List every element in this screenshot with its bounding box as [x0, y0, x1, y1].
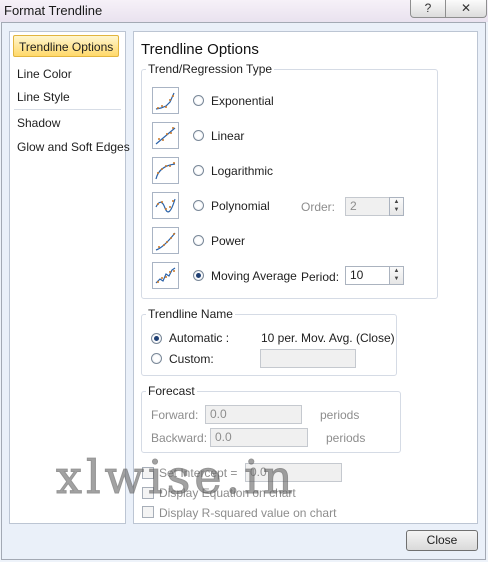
automatic-name-value: 10 per. Mov. Avg. (Close) — [261, 331, 395, 345]
exponential-trend-icon — [152, 87, 179, 114]
spin-up-icon[interactable]: ▲ — [390, 198, 403, 206]
window-title: Format Trendline — [4, 3, 103, 18]
logarithmic-trend-icon — [152, 157, 179, 184]
polynomial-trend-icon — [152, 192, 179, 219]
forward-periods-label: periods — [320, 408, 360, 422]
sidebar-item-trendline-options[interactable]: Trendline Options — [13, 35, 119, 57]
custom-name-radio[interactable] — [151, 353, 162, 364]
order-spinner[interactable]: ▲ ▼ — [389, 197, 404, 216]
moving-average-trend-icon — [152, 262, 179, 289]
backward-periods-label: periods — [326, 431, 366, 445]
window-close-button[interactable]: ✕ — [445, 0, 487, 18]
linear-label: Linear — [211, 129, 245, 143]
automatic-name-label: Automatic : — [169, 331, 230, 345]
sidebar-divider — [14, 109, 121, 110]
help-button[interactable]: ? — [410, 0, 446, 18]
period-spinner[interactable]: ▲ ▼ — [389, 266, 404, 285]
trend-type-group-label: Trend/Regression Type — [146, 62, 275, 76]
spin-up-icon[interactable]: ▲ — [390, 267, 403, 275]
forward-input[interactable]: 0.0 — [205, 405, 302, 424]
custom-name-input[interactable] — [260, 349, 356, 368]
automatic-name-radio[interactable] — [151, 333, 162, 344]
custom-name-label: Custom: — [169, 352, 214, 366]
power-trend-icon — [152, 227, 179, 254]
watermark-text: xlwise.in — [56, 450, 297, 505]
order-input[interactable]: 2 — [345, 197, 390, 216]
linear-radio[interactable] — [193, 130, 204, 141]
power-radio[interactable] — [193, 235, 204, 246]
forward-label: Forward: — [151, 408, 199, 422]
order-label: Order: — [301, 200, 336, 214]
polynomial-radio[interactable] — [193, 200, 204, 211]
sidebar-item-line-style[interactable]: Line Style — [17, 90, 70, 104]
logarithmic-radio[interactable] — [193, 165, 204, 176]
trendline-name-group-label: Trendline Name — [146, 307, 235, 321]
backward-label: Backward: — [151, 431, 208, 445]
backward-input[interactable]: 0.0 — [210, 428, 308, 447]
exponential-label: Exponential — [211, 94, 274, 108]
spin-down-icon[interactable]: ▼ — [390, 275, 403, 283]
display-rsquared-checkbox[interactable] — [142, 506, 154, 518]
display-rsquared-label: Display R-squared value on chart — [159, 506, 337, 520]
sidebar-item-line-color[interactable]: Line Color — [17, 67, 72, 81]
period-label: Period: — [301, 270, 340, 284]
polynomial-label: Polynomial — [211, 199, 270, 213]
sidebar-item-glow-soft-edges[interactable]: Glow and Soft Edges — [17, 140, 130, 154]
close-button[interactable]: Close — [406, 530, 478, 551]
moving-average-label: Moving Average — [211, 269, 297, 283]
linear-trend-icon — [152, 122, 179, 149]
period-input[interactable]: 10 — [345, 266, 390, 285]
sidebar-item-shadow[interactable]: Shadow — [17, 116, 60, 130]
spin-down-icon[interactable]: ▼ — [390, 206, 403, 214]
exponential-radio[interactable] — [193, 95, 204, 106]
logarithmic-label: Logarithmic — [211, 164, 274, 178]
moving-average-radio[interactable] — [193, 270, 204, 281]
power-label: Power — [211, 234, 246, 248]
forecast-group-label: Forecast — [146, 384, 197, 398]
page-title: Trendline Options — [141, 41, 259, 58]
trend-type-group — [141, 69, 438, 299]
